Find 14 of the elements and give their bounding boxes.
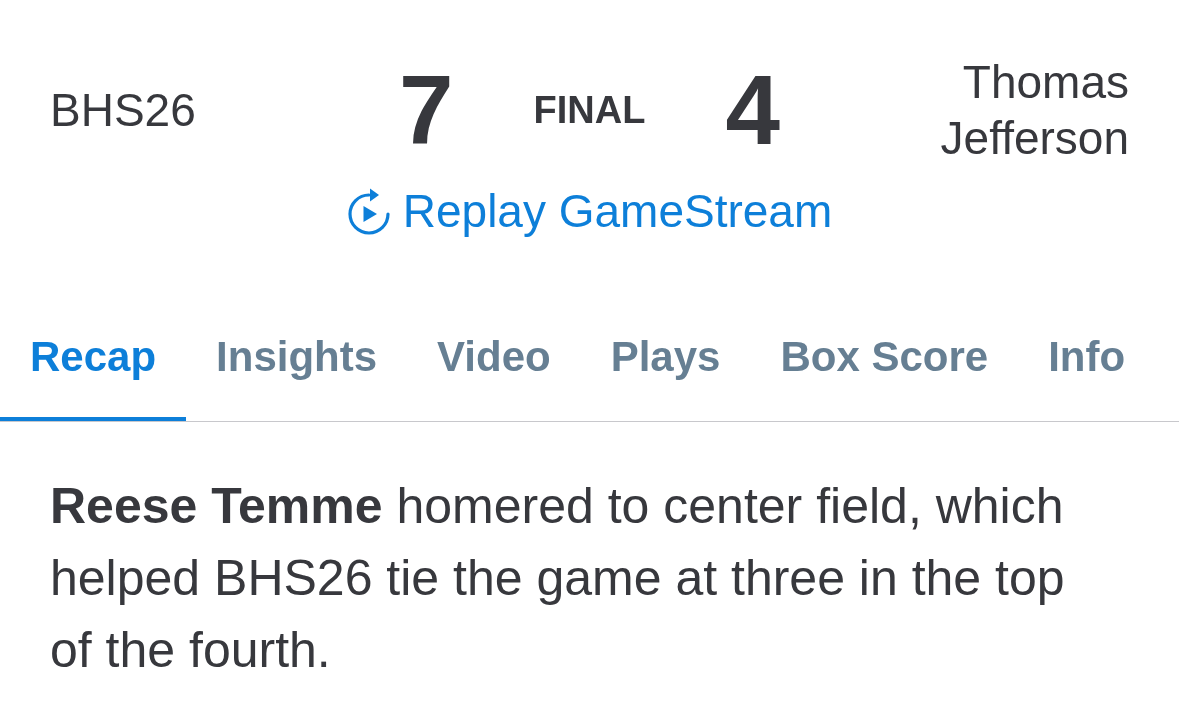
home-score: 7 [399,61,454,159]
home-team-name: BHS26 [50,83,196,138]
recap-paragraph: Reese Temme homered to center field, which helped BHS26 tie the game at three in the top of the fourth. [50,477,1066,680]
tab[interactable]: Recap [0,321,187,421]
game-status: FINAL [533,91,646,129]
replay-icon [346,187,391,235]
tab[interactable]: Box Score [750,321,1019,421]
replay-link[interactable]: Replay GameStream [346,183,833,239]
away-team-name: Thomas Jefferson [939,55,1129,166]
tab[interactable]: Plays [580,321,751,421]
away-score: 4 [725,61,780,159]
tab[interactable]: Insights [186,321,408,421]
tab[interactable]: Video [407,321,581,421]
tab[interactable]: Info [1018,321,1156,421]
